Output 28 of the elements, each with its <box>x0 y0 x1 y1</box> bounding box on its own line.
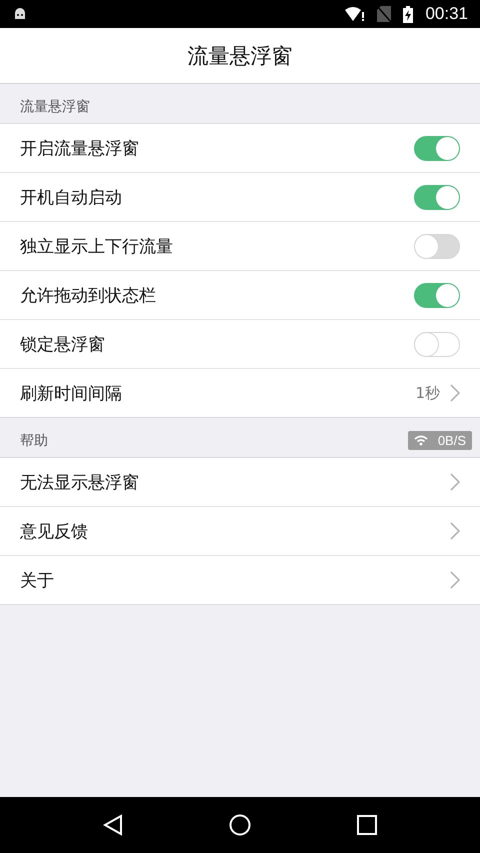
settings-row[interactable]: 允许拖动到状态栏 <box>0 271 480 320</box>
back-icon[interactable] <box>103 814 123 836</box>
settings-row[interactable]: 意见反馈 <box>0 507 480 556</box>
settings-row[interactable]: 锁定悬浮窗 <box>0 320 480 369</box>
toggle-switch[interactable] <box>414 332 460 356</box>
toggle-switch[interactable] <box>414 184 460 210</box>
recents-icon[interactable] <box>357 815 377 835</box>
wifi-icon <box>345 6 366 22</box>
android-icon <box>12 7 28 21</box>
toggle-switch[interactable] <box>414 136 460 160</box>
wifi-icon <box>414 435 428 446</box>
settings-row[interactable]: 无法显示悬浮窗 <box>0 458 480 507</box>
chevron-icon <box>450 522 460 540</box>
settings-row[interactable]: 关于 <box>0 556 480 604</box>
page-title: 流量悬浮窗 <box>188 42 292 70</box>
chevron-icon <box>450 473 460 491</box>
settings-row[interactable]: 开机自动启动 <box>0 173 480 222</box>
settings-row[interactable]: 开启流量悬浮窗 <box>0 124 480 173</box>
clock: 00:31 <box>425 4 468 24</box>
battery-icon <box>403 6 414 22</box>
section-header: 流量悬浮窗 <box>20 98 90 116</box>
section-header: 帮助 <box>20 432 48 450</box>
toggle-switch[interactable] <box>414 282 460 308</box>
chevron-icon <box>450 571 460 589</box>
settings-row[interactable]: 刷新时间间隔 1秒 <box>0 369 480 417</box>
chevron-icon <box>450 384 460 402</box>
no-sim-icon <box>377 6 392 22</box>
home-icon[interactable] <box>229 814 251 836</box>
